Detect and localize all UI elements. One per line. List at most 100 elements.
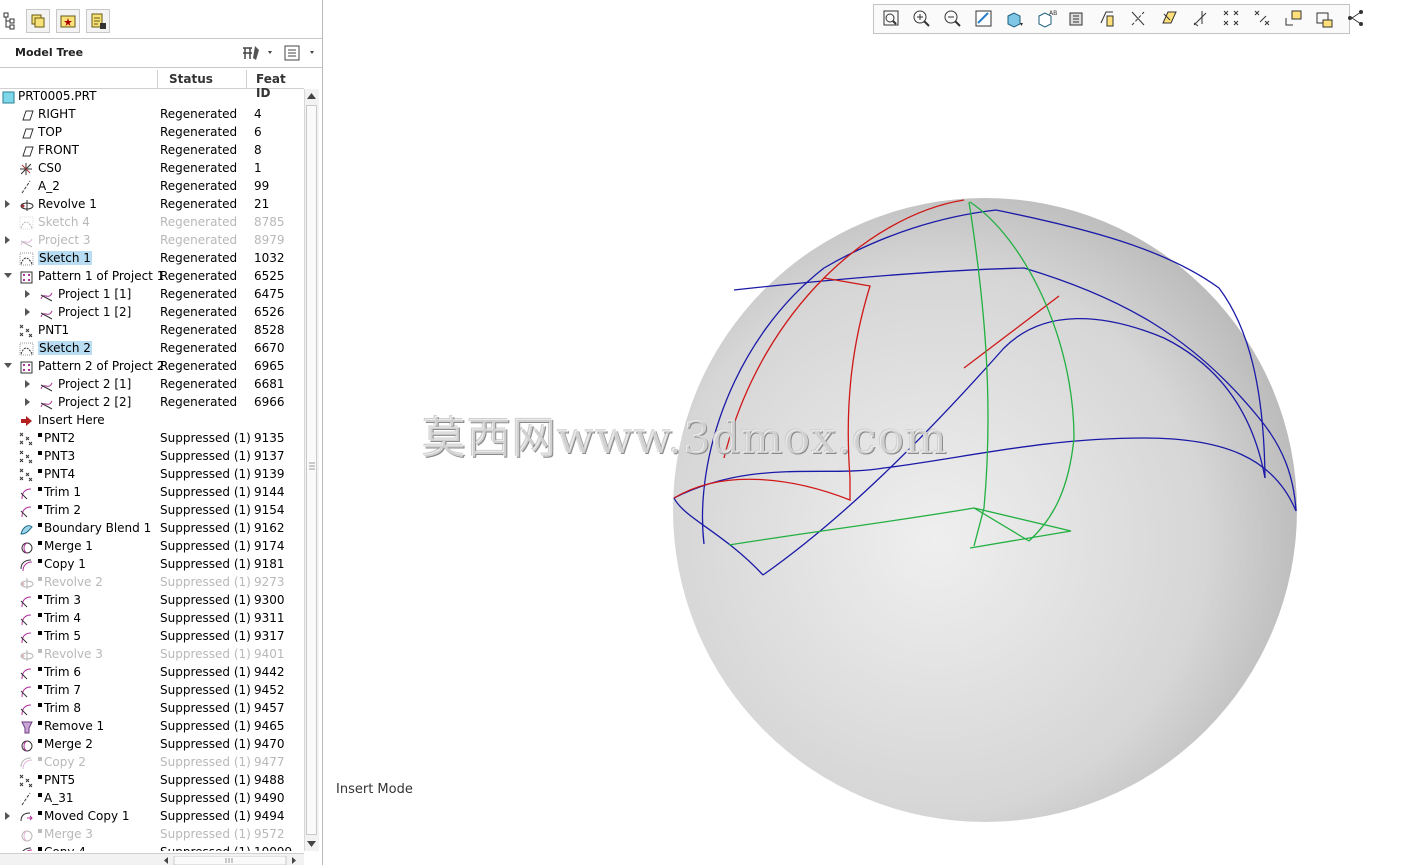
tree-row[interactable]: Trim 5 Suppressed (1) 9317	[0, 628, 304, 646]
expand-arrow-icon[interactable]	[24, 380, 32, 390]
properties-tab[interactable]	[86, 9, 110, 33]
feature-name[interactable]: Project 2 [1]	[58, 377, 131, 391]
feature-name[interactable]: Copy 4	[44, 845, 86, 851]
feature-name[interactable]: Insert Here	[38, 413, 105, 427]
feature-name[interactable]: PNT1	[38, 323, 69, 337]
feature-name[interactable]: PNT4	[44, 467, 75, 481]
tree-row[interactable]: PRT0005.PRT	[0, 89, 304, 106]
tree-row[interactable]: TOP Regenerated 6	[0, 124, 304, 142]
tree-row[interactable]: Sketch 4 Regenerated 8785	[0, 214, 304, 232]
feature-name[interactable]: Trim 3	[44, 593, 81, 607]
tree-scroll-thumb[interactable]	[306, 105, 317, 835]
feature-name[interactable]: Sketch 1	[38, 251, 92, 265]
feature-name[interactable]: Pattern 2 of Project 2	[38, 359, 164, 373]
datum-planes-button[interactable]	[1096, 8, 1120, 30]
view-orientation-button[interactable]: AB	[1034, 8, 1058, 30]
tree-row[interactable]: Pattern 1 of Project 1 Regenerated 6525	[0, 268, 304, 286]
csys-display-button[interactable]	[1189, 8, 1213, 30]
feature-name[interactable]: A_2	[38, 179, 60, 193]
feature-name[interactable]: CS0	[38, 161, 62, 175]
feature-name[interactable]: Moved Copy 1	[44, 809, 130, 823]
feature-name[interactable]: Sketch 2	[38, 341, 92, 355]
feature-name[interactable]: Pattern 1 of Project 1	[38, 269, 164, 283]
tree-row[interactable]: Merge 1 Suppressed (1) 9174	[0, 538, 304, 556]
feature-name[interactable]: Merge 1	[44, 539, 93, 553]
expand-arrow-icon[interactable]	[24, 290, 32, 300]
tree-row[interactable]: Trim 1 Suppressed (1) 9144	[0, 484, 304, 502]
show-menu-button[interactable]	[283, 43, 319, 63]
tree-row[interactable]: Trim 8 Suppressed (1) 9457	[0, 700, 304, 718]
tree-settings-button[interactable]	[240, 43, 276, 63]
datum-points-button[interactable]	[1158, 8, 1182, 30]
tree-row[interactable]: Revolve 3 Suppressed (1) 9401	[0, 646, 304, 664]
tree-row[interactable]: Copy 2 Suppressed (1) 9477	[0, 754, 304, 772]
tree-row[interactable]: Insert Here	[0, 412, 304, 430]
plane-tags-button[interactable]	[1220, 8, 1244, 30]
tree-row[interactable]: Pattern 2 of Project 2 Regenerated 6965	[0, 358, 304, 376]
tree-row[interactable]: Trim 3 Suppressed (1) 9300	[0, 592, 304, 610]
feature-name[interactable]: PNT5	[44, 773, 75, 787]
tree-vertical-scrollbar[interactable]	[304, 89, 319, 851]
layer-tree-tab[interactable]	[26, 9, 50, 33]
tree-row[interactable]: A_2 Regenerated 99	[0, 178, 304, 196]
datum-axes-button[interactable]	[1127, 8, 1151, 30]
feature-name[interactable]: Trim 2	[44, 503, 81, 517]
tree-row[interactable]: Moved Copy 1 Suppressed (1) 9494	[0, 808, 304, 826]
repaint-button[interactable]	[972, 8, 996, 30]
feature-name[interactable]: PNT3	[44, 449, 75, 463]
tree-row[interactable]: Merge 2 Suppressed (1) 9470	[0, 736, 304, 754]
tree-row[interactable]: Sketch 2 Regenerated 6670	[0, 340, 304, 358]
feature-name[interactable]: Revolve 1	[38, 197, 97, 211]
feature-name[interactable]: PNT2	[44, 431, 75, 445]
tree-row[interactable]: Trim 7 Suppressed (1) 9452	[0, 682, 304, 700]
expand-arrow-icon[interactable]	[24, 308, 32, 318]
tree-row[interactable]: Project 1 [1] Regenerated 6475	[0, 286, 304, 304]
tree-row[interactable]: FRONT Regenerated 8	[0, 142, 304, 160]
column-divider[interactable]	[157, 70, 158, 89]
tree-row[interactable]: Copy 4 Suppressed (1)10099	[0, 844, 304, 851]
scroll-down-icon[interactable]	[306, 839, 317, 849]
tree-row[interactable]: Remove 1 Suppressed (1) 9465	[0, 718, 304, 736]
feature-name[interactable]: RIGHT	[38, 107, 76, 121]
feature-name[interactable]: Project 2 [2]	[58, 395, 131, 409]
feature-name[interactable]: Revolve 2	[44, 575, 103, 589]
feature-name[interactable]: Project 1 [1]	[58, 287, 131, 301]
tree-row[interactable]: Sketch 1 Regenerated 1032	[0, 250, 304, 268]
zoom-out-button[interactable]	[941, 8, 965, 30]
feature-name[interactable]: Boundary Blend 1	[44, 521, 151, 535]
tree-row[interactable]: Revolve 2 Suppressed (1) 9273	[0, 574, 304, 592]
feature-name[interactable]: Merge 2	[44, 737, 93, 751]
feature-name[interactable]: Project 1 [2]	[58, 305, 131, 319]
tree-row[interactable]: Boundary Blend 1 Suppressed (1) 9162	[0, 520, 304, 538]
expand-arrow-icon[interactable]	[24, 398, 32, 408]
feature-name[interactable]: Trim 6	[44, 665, 81, 679]
feature-name[interactable]: Trim 5	[44, 629, 81, 643]
tree-row[interactable]: Project 2 [2] Regenerated 6966	[0, 394, 304, 412]
tree-row[interactable]: Trim 4 Suppressed (1) 9311	[0, 610, 304, 628]
tree-row[interactable]: PNT5 Suppressed (1) 9488	[0, 772, 304, 790]
collapse-arrow-icon[interactable]	[4, 362, 12, 372]
feature-name[interactable]: Merge 3	[44, 827, 93, 841]
horizontal-scroll-controls[interactable]	[162, 856, 302, 865]
feature-name[interactable]: TOP	[38, 125, 62, 139]
feature-name[interactable]: FRONT	[38, 143, 79, 157]
feature-name[interactable]: Remove 1	[44, 719, 104, 733]
refit-button[interactable]	[879, 8, 903, 30]
tree-row[interactable]: Copy 1 Suppressed (1) 9181	[0, 556, 304, 574]
tree-row[interactable]: PNT2 Suppressed (1) 9135	[0, 430, 304, 448]
point-tags-button[interactable]	[1282, 8, 1306, 30]
zoom-in-button[interactable]	[910, 8, 934, 30]
column-divider[interactable]	[246, 70, 247, 89]
axis-tags-button[interactable]	[1251, 8, 1275, 30]
tree-row[interactable]: Merge 3 Suppressed (1) 9572	[0, 826, 304, 844]
saved-views-button[interactable]	[1003, 8, 1027, 30]
tree-row[interactable]: Project 1 [2] Regenerated 6526	[0, 304, 304, 322]
tree-horizontal-scrollbar[interactable]	[0, 853, 304, 865]
tree-row[interactable]: Trim 6 Suppressed (1) 9442	[0, 664, 304, 682]
tree-row[interactable]: Revolve 1 Regenerated 21	[0, 196, 304, 214]
expand-arrow-icon[interactable]	[4, 812, 12, 822]
collapse-arrow-icon[interactable]	[4, 272, 12, 282]
feature-name[interactable]: Trim 7	[44, 683, 81, 697]
display-style-button[interactable]	[1065, 8, 1089, 30]
feature-name[interactable]: A_31	[44, 791, 73, 805]
